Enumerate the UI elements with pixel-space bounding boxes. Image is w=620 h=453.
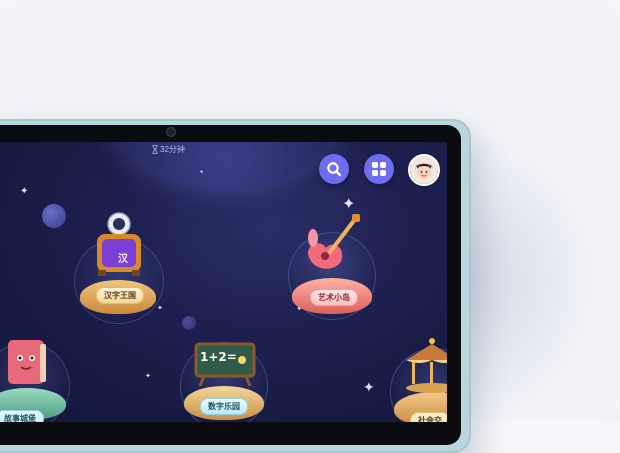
apps-button[interactable] xyxy=(364,154,394,184)
island-label: 故事城堡 xyxy=(0,410,44,422)
hourglass-icon xyxy=(152,145,158,154)
island-story-castle[interactable]: 故事城堡 xyxy=(0,332,72,422)
hanzi-sign-text: 汉 xyxy=(118,254,128,265)
sparkle-icon: ✦ xyxy=(342,196,356,213)
island-label: 汉字王国 xyxy=(96,287,144,304)
sparkle-icon: ✦ xyxy=(145,373,151,380)
chalkboard-text: 1+2= xyxy=(200,350,237,364)
island-label: 艺术小岛 xyxy=(310,289,358,306)
front-camera-icon xyxy=(166,127,176,137)
island-label: 社会交 xyxy=(410,412,447,422)
astronaut-tv-icon xyxy=(97,212,141,276)
grid-icon xyxy=(372,162,386,176)
carousel-icon xyxy=(406,338,447,393)
search-button[interactable] xyxy=(319,154,349,184)
sparkle-icon: ✦ xyxy=(363,379,375,395)
sparkle-icon: ● xyxy=(200,169,204,175)
island-label: 数字乐园 xyxy=(200,398,248,415)
profile-avatar[interactable] xyxy=(408,154,440,186)
timer-text: 32分钟 xyxy=(160,145,185,154)
island-art[interactable]: 艺术小岛 xyxy=(286,214,378,324)
small-planet-decoration xyxy=(42,204,66,228)
book-icon xyxy=(8,340,46,384)
guitar-icon xyxy=(308,214,360,269)
island-number-park[interactable]: 1+2= 数字乐园 xyxy=(178,338,270,422)
island-social[interactable]: 社会交 xyxy=(388,338,447,422)
search-icon xyxy=(327,162,342,177)
sparkle-icon: ✦ xyxy=(20,186,29,197)
chalkboard-icon xyxy=(194,342,256,386)
kids-app-screen: 32分钟 ✦ ✦ ✦ ✦ ✦ ✦ ● 汉 汉字王国 艺术小岛 故事城堡 1+2=… xyxy=(0,142,447,422)
island-hanzi-kingdom[interactable]: 汉 汉字王国 xyxy=(70,212,170,324)
small-planet-decoration xyxy=(182,316,196,330)
child-avatar-icon xyxy=(410,156,438,184)
